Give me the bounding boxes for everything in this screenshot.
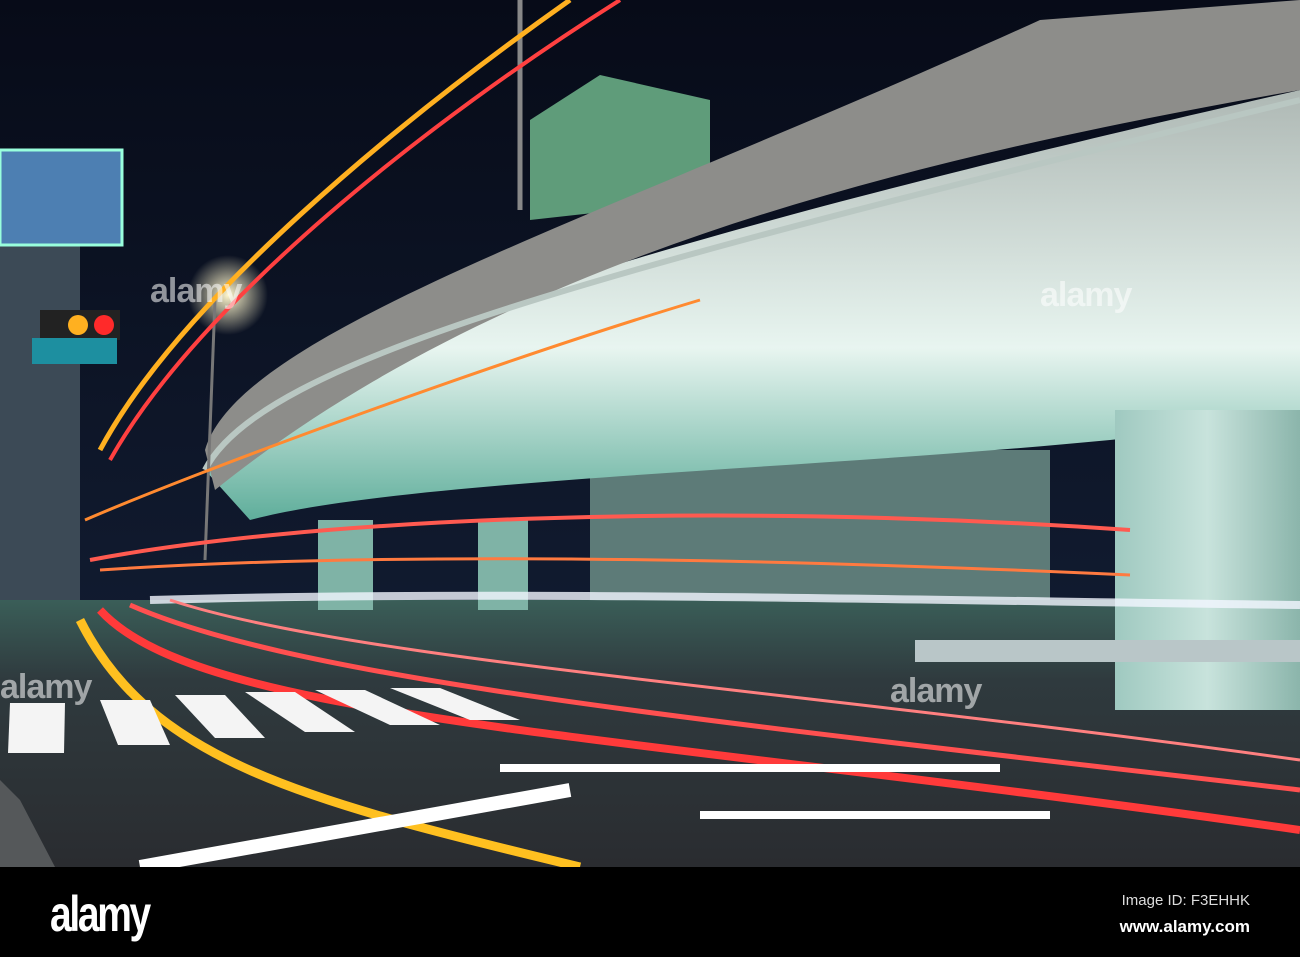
site-url[interactable]: www.alamy.com (1120, 917, 1250, 937)
highway-pillar (1115, 410, 1300, 710)
arrow-signal (32, 338, 117, 364)
image-id: Image ID: F3EHHK (1121, 892, 1250, 909)
stock-footer: alamy Image ID: F3EHHK www.alamy.com (0, 867, 1300, 957)
alamy-logo[interactable]: alamy (50, 885, 151, 943)
guardrail (915, 640, 1300, 662)
watermark: alamy (890, 672, 982, 710)
night-highway-photo (0, 0, 1300, 867)
billboard (0, 148, 124, 247)
watermark: alamy (0, 668, 92, 706)
watermark: alamy (150, 272, 242, 310)
building-back (590, 450, 1050, 610)
building-left (0, 200, 80, 600)
watermark: alamy (1040, 276, 1132, 314)
